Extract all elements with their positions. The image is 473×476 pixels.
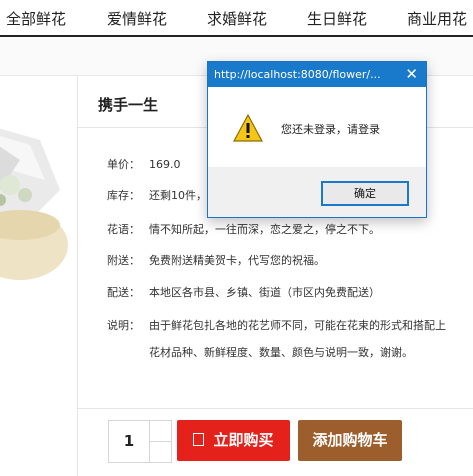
gift-label: 附送： [107,254,140,267]
top-nav: 全部鲜花 爱情鲜花 求婚鲜花 生日鲜花 商业用花 [0,0,473,35]
price-label: 单价： [107,158,140,171]
buy-now-button[interactable]: 立即购买 [177,420,290,461]
stock-value: 还剩10件， [149,189,207,202]
stock-label: 库存： [107,189,140,202]
warning-icon [232,113,264,142]
gift-value: 免费附送精美贺卡，代写您的祝福。 [149,254,325,267]
product-title: 携手一生 [98,96,159,114]
nav-item-birthday[interactable]: 生日鲜花 [307,8,367,29]
flower-language-value: 情不知所起，一往而深，恋之爱之，停之不下。 [149,223,380,236]
dialog-footer: 确定 [208,167,426,217]
quantity-stepper[interactable]: 1 [108,420,172,463]
note-row: 说明： 由于鲜花包扎各地的花艺师不同，可能在花束的形式和搭配上 [107,317,446,333]
nav-item-proposal[interactable]: 求婚鲜花 [207,8,267,29]
nav-item-business[interactable]: 商业用花 [407,8,467,29]
close-icon[interactable]: ✕ [405,65,418,83]
dialog-titlebar[interactable]: http://localhost:8080/flower/... ✕ [208,62,426,87]
dialog-title: http://localhost:8080/flower/... [214,68,381,81]
alert-dialog: http://localhost:8080/flower/... ✕ 您还未登录… [207,61,427,218]
stepper-middle-line [150,441,171,442]
purchase-divider [78,408,473,409]
add-to-cart-button[interactable]: 添加购物车 [298,420,402,461]
cart-icon [193,433,205,446]
add-to-cart-label: 添加购物车 [312,431,388,449]
delivery-label: 配送： [107,286,140,299]
delivery-row: 配送： 本地区各市县、乡镇、街道（市区内免费配送） [107,284,380,300]
dialog-message: 您还未登录，请登录 [281,123,380,136]
note-line-1: 由于鲜花包扎各地的花艺师不同，可能在花束的形式和搭配上 [149,319,446,332]
note-line-2: 花材品种、新鲜程度、数量、颜色与说明一致，谢谢。 [149,346,413,359]
product-image [0,100,70,280]
buy-now-label: 立即购买 [213,431,274,449]
delivery-value: 本地区各市县、乡镇、街道（市区内免费配送） [149,286,380,299]
price-value: 169.0 [149,158,181,171]
note-label: 说明： [107,319,140,332]
flower-language-row: 花语： 情不知所起，一往而深，恋之爱之，停之不下。 [107,221,380,237]
stock-row: 库存： 还剩10件， [107,187,207,203]
gift-row: 附送： 免费附送精美贺卡，代写您的祝福。 [107,252,325,268]
nav-item-all[interactable]: 全部鲜花 [6,8,66,29]
flower-language-label: 花语： [107,223,140,236]
quantity-input[interactable]: 1 [109,421,149,462]
nav-item-love[interactable]: 爱情鲜花 [107,8,167,29]
ok-button[interactable]: 确定 [321,181,409,206]
price-row: 单价： 169.0 [107,156,181,172]
dialog-body: 您还未登录，请登录 [208,87,426,167]
